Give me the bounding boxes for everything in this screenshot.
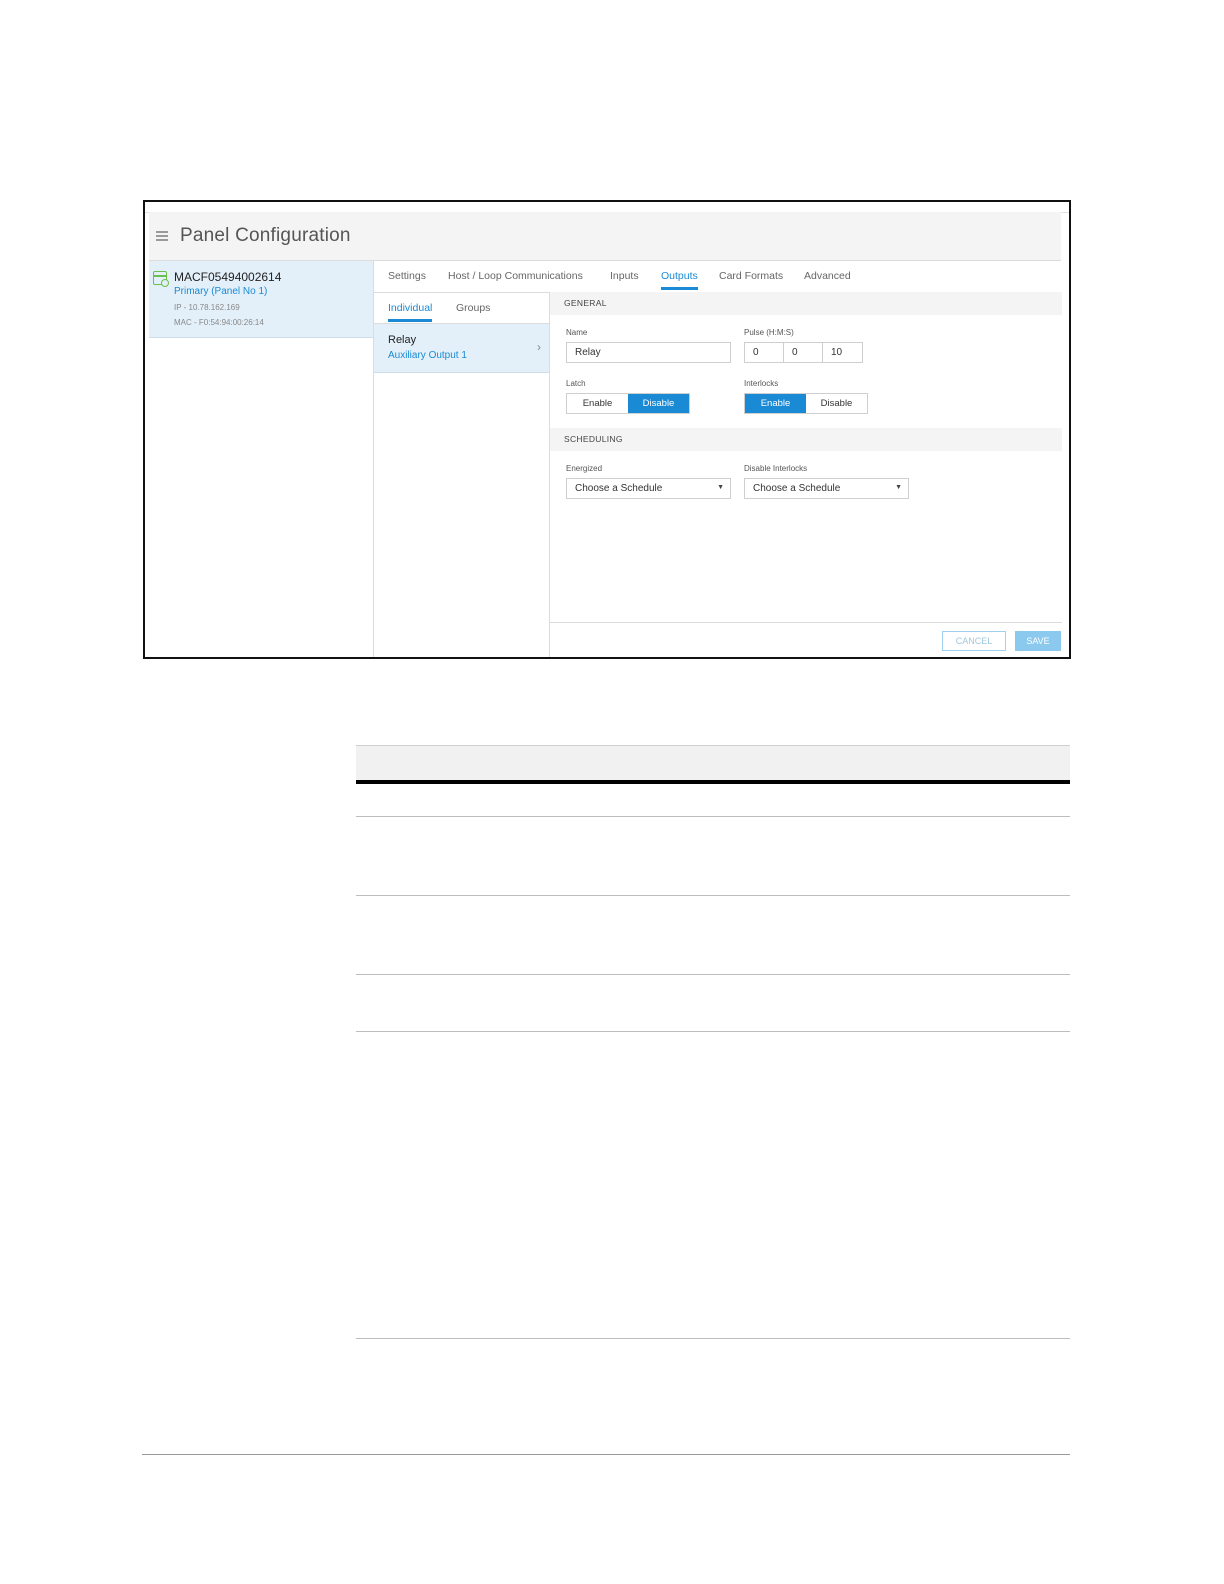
panel-list: MACF05494002614 Primary (Panel No 1) IP … [149, 261, 374, 657]
general-section-title: GENERAL [564, 298, 607, 308]
tab-settings[interactable]: Settings [388, 270, 426, 282]
panel-mac: MAC - F0:54:94:00:26:14 [174, 318, 264, 327]
interlocks-enable-button[interactable]: Enable [745, 394, 806, 413]
disable-interlocks-label: Disable Interlocks [744, 464, 808, 473]
footer-divider [550, 622, 1062, 623]
page-title: Panel Configuration [180, 225, 351, 246]
latch-disable-button[interactable]: Disable [628, 394, 689, 413]
energized-select-value: Choose a Schedule [575, 483, 663, 494]
name-label: Name [566, 328, 588, 337]
subtab-individual[interactable]: Individual [388, 302, 433, 322]
disable-interlocks-select-value: Choose a Schedule [753, 483, 841, 494]
pulse-hours-input[interactable] [744, 342, 784, 363]
screenshot-frame: Panel Configuration MACF05494002614 Prim… [143, 200, 1071, 659]
tab-outputs[interactable]: Outputs [661, 270, 698, 290]
tab-advanced[interactable]: Advanced [804, 270, 851, 282]
latch-toggle: Enable Disable [566, 393, 690, 414]
tab-inputs[interactable]: Inputs [610, 270, 639, 282]
pulse-minutes-input[interactable] [783, 342, 823, 363]
output-detail: GENERAL Name Pulse (H:M:S) Latch Enable … [550, 292, 1062, 657]
doc-table-row-divider [356, 816, 1070, 817]
scheduling-section-title: SCHEDULING [564, 434, 623, 444]
cancel-button[interactable]: CANCEL [942, 631, 1006, 651]
disable-interlocks-select[interactable]: Choose a Schedule ▼ [744, 478, 909, 499]
tab-host-loop-communications[interactable]: Host / Loop Communications [448, 270, 583, 282]
page-footer-rule [142, 1454, 1070, 1455]
panel-online-badge-icon [161, 279, 169, 287]
menu-icon[interactable] [156, 229, 168, 243]
pulse-label: Pulse (H:M:S) [744, 328, 794, 337]
interlocks-toggle: Enable Disable [744, 393, 868, 414]
energized-label: Energized [566, 464, 603, 473]
interlocks-label: Interlocks [744, 379, 779, 388]
doc-table-row-divider [356, 1338, 1070, 1339]
scheduling-section-header: SCHEDULING [550, 428, 1062, 451]
name-input[interactable] [566, 342, 731, 363]
doc-table-row-divider [356, 974, 1070, 975]
chevron-right-icon: › [537, 340, 541, 354]
output-name: Relay [388, 334, 417, 346]
doc-table-row-divider [356, 1031, 1070, 1032]
energized-select[interactable]: Choose a Schedule ▼ [566, 478, 731, 499]
doc-table-header [356, 745, 1070, 784]
general-section-header: GENERAL [550, 292, 1062, 315]
interlocks-disable-button[interactable]: Disable [806, 394, 867, 413]
panel-name: MACF05494002614 [174, 270, 282, 284]
output-list: Individual Groups Relay Auxiliary Output… [374, 292, 550, 657]
tab-card-formats[interactable]: Card Formats [719, 270, 783, 282]
panel-ip: IP - 10.78.162.169 [174, 303, 240, 312]
app-header: Panel Configuration [149, 212, 1061, 261]
panel-card[interactable]: MACF05494002614 Primary (Panel No 1) IP … [149, 261, 373, 338]
latch-enable-button[interactable]: Enable [567, 394, 628, 413]
output-list-item[interactable]: Relay Auxiliary Output 1 › [374, 324, 549, 373]
pulse-seconds-input[interactable] [822, 342, 863, 363]
panel-role: Primary (Panel No 1) [174, 286, 268, 297]
config-tabs: Settings Host / Loop Communications Inpu… [374, 261, 1062, 293]
save-button[interactable]: SAVE [1015, 631, 1061, 651]
doc-table-row-divider [356, 895, 1070, 896]
dropdown-arrow-icon: ▼ [717, 484, 724, 491]
dropdown-arrow-icon: ▼ [895, 484, 902, 491]
latch-label: Latch [566, 379, 586, 388]
output-subtitle: Auxiliary Output 1 [388, 350, 467, 361]
subtab-groups[interactable]: Groups [456, 302, 490, 314]
